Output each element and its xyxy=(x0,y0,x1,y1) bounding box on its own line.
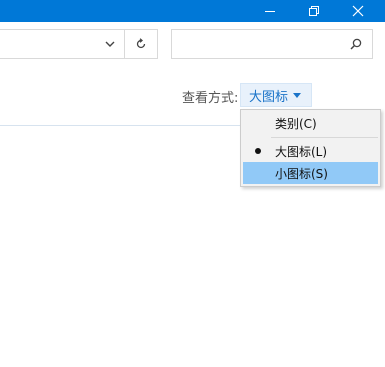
search-button[interactable] xyxy=(344,30,368,58)
view-mode-label: 查看方式: xyxy=(182,91,239,106)
search-box[interactable] xyxy=(171,29,373,59)
search-icon xyxy=(350,38,362,50)
restore-button[interactable] xyxy=(292,0,336,22)
minimize-icon xyxy=(265,11,275,12)
address-dropdown-button[interactable] xyxy=(96,30,124,58)
menu-item-label: 大图标(L) xyxy=(275,144,328,159)
menu-separator xyxy=(271,137,378,138)
menu-item-small-icons[interactable]: 小图标(S) xyxy=(243,162,378,184)
menu-item-label: 小图标(S) xyxy=(275,166,328,181)
header-divider xyxy=(0,125,240,126)
refresh-button[interactable] xyxy=(125,30,157,58)
menu-item-label: 类别(C) xyxy=(275,116,317,131)
address-bar[interactable] xyxy=(0,29,158,59)
chevron-down-icon xyxy=(105,41,115,47)
search-input[interactable] xyxy=(178,34,338,54)
menu-item-category[interactable]: 类别(C) xyxy=(243,112,378,134)
view-mode-menu: 类别(C) 大图标(L) 小图标(S) xyxy=(240,109,381,187)
toolbar xyxy=(0,22,385,68)
radio-bullet-icon xyxy=(255,148,261,154)
view-mode-value: 大图标 xyxy=(249,89,289,105)
close-button[interactable] xyxy=(336,0,380,22)
menu-item-large-icons[interactable]: 大图标(L) xyxy=(243,140,378,162)
view-mode-dropdown[interactable]: 大图标 xyxy=(240,83,312,107)
minimize-button[interactable] xyxy=(248,0,292,22)
title-bar xyxy=(0,0,385,22)
refresh-icon xyxy=(136,38,146,49)
caret-down-icon xyxy=(293,92,302,98)
restore-icon xyxy=(309,6,319,16)
close-icon xyxy=(352,5,364,17)
